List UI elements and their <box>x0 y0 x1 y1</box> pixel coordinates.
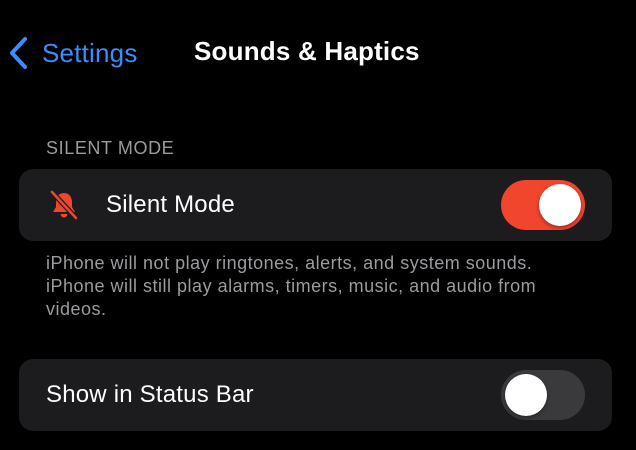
navigation-bar: Settings Sounds & Haptics <box>0 0 636 104</box>
toggle-knob <box>539 184 581 226</box>
silent-mode-label: Silent Mode <box>106 191 235 218</box>
page-title: Sounds & Haptics <box>194 36 420 66</box>
silent-mode-footer: iPhone will not play ringtones, alerts, … <box>46 253 537 319</box>
silent-mode-group: Silent Mode <box>19 169 612 241</box>
bell-slash-icon <box>47 188 81 222</box>
show-in-status-bar-label: Show in Status Bar <box>46 381 254 408</box>
back-button[interactable]: Settings <box>8 33 138 73</box>
section-header-silent-mode: SILENT MODE <box>46 138 175 158</box>
toggle-knob <box>505 374 547 416</box>
back-button-label: Settings <box>42 37 138 68</box>
status-bar-group: Show in Status Bar <box>19 359 612 431</box>
silent-mode-toggle[interactable] <box>501 180 585 230</box>
show-in-status-bar-toggle[interactable] <box>501 370 585 420</box>
chevron-left-icon <box>8 36 30 70</box>
